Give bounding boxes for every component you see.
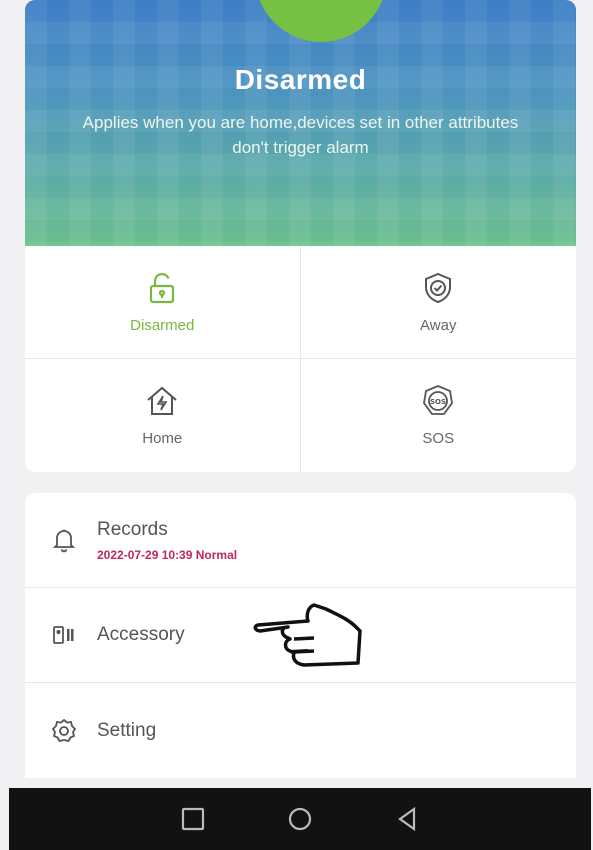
android-nav-bar bbox=[9, 788, 591, 850]
home-bolt-icon bbox=[147, 386, 177, 415]
status-description: Applies when you are home,devices set in… bbox=[82, 113, 519, 157]
mode-grid: Disarmed Away Home SOS SOS bbox=[25, 246, 576, 472]
bell-icon bbox=[52, 529, 76, 553]
mode-label: Disarmed bbox=[130, 316, 195, 334]
accessory-icon bbox=[53, 626, 74, 644]
svg-text:SOS: SOS bbox=[430, 398, 446, 406]
mode-away[interactable]: Away bbox=[300, 246, 576, 359]
mode-label: Away bbox=[420, 316, 457, 334]
setting-label: Setting bbox=[97, 719, 157, 741]
accessory-label: Accessory bbox=[97, 624, 185, 645]
pointing-hand-icon bbox=[253, 603, 362, 667]
mode-disarmed[interactable]: Disarmed bbox=[25, 246, 301, 359]
records-label: Records bbox=[97, 518, 168, 540]
mode-label: SOS bbox=[422, 430, 455, 447]
mode-sos[interactable]: SOS SOS bbox=[301, 359, 577, 472]
sos-icon: SOS bbox=[423, 385, 454, 415]
gear-icon bbox=[51, 718, 77, 742]
recents-button[interactable] bbox=[178, 804, 208, 834]
mode-home[interactable]: Home bbox=[25, 359, 301, 472]
unlock-icon bbox=[150, 272, 175, 303]
status-title: Disarmed bbox=[234, 64, 367, 95]
mode-label: Home bbox=[142, 430, 183, 447]
back-button[interactable] bbox=[392, 804, 422, 834]
shield-check-icon bbox=[425, 272, 452, 303]
records-status: 2022-07-29 10:39 Normal bbox=[97, 547, 238, 562]
status-banner: Disarmed Applies when you are home,devic… bbox=[25, 0, 576, 246]
setting-item[interactable]: Setting bbox=[25, 683, 576, 778]
home-button[interactable] bbox=[285, 804, 315, 834]
records-item[interactable]: Records 2022-07-29 10:39 Normal bbox=[25, 493, 576, 588]
